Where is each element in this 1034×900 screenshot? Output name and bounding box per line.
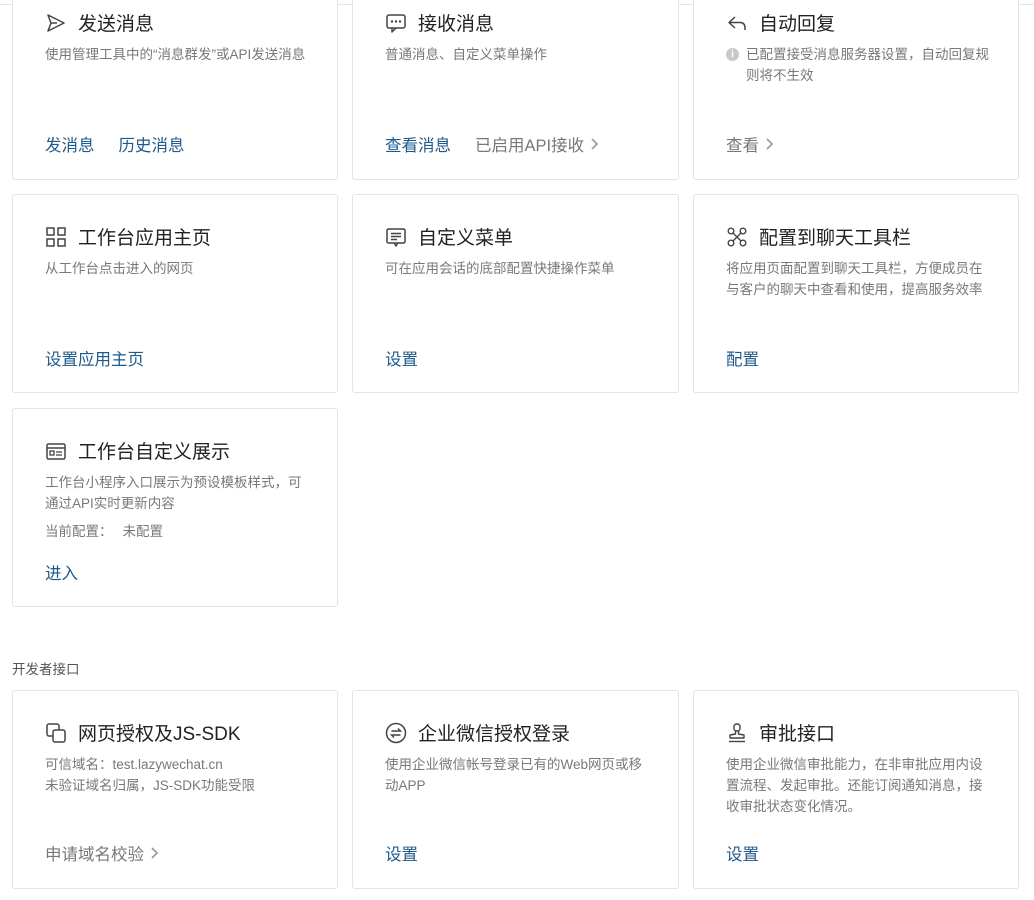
current-config: 当前配置： 未配置 (45, 524, 164, 539)
card-title: 企业微信授权登录 (385, 719, 570, 746)
login-icon (385, 722, 407, 744)
card-description: 将应用页面配置到聊天工具栏，方便成员在与客户的聊天中查看和使用，提高服务效率 (726, 261, 983, 297)
config-value: 未配置 (122, 524, 164, 539)
login-settings-link[interactable]: 设置 (385, 841, 418, 865)
card-actions: 配置 (726, 346, 783, 370)
card-title: 网页授权及JS-SDK (45, 719, 241, 746)
domain-warning: 未验证域名归属，JS-SDK功能受限 (45, 778, 256, 793)
card-description: 使用企业微信帐号登录已有的Web网页或移动APP (385, 757, 643, 793)
card-actions: 设置 (726, 841, 783, 865)
card-title: 配置到聊天工具栏 (726, 223, 911, 250)
card-description: 从工作台点击进入的网页 (45, 261, 194, 276)
send-message-link[interactable]: 发消息 (45, 132, 95, 156)
approval-api-card: 审批接口 使用企业微信审批能力，在非审批应用内设置流程、发起审批。还能订阅通知消… (693, 690, 1019, 889)
toolbar-icon (726, 226, 748, 248)
workbench-display-card: 工作台自定义展示 工作台小程序入口展示为预设模板样式，可通过API实时更新内容 … (12, 408, 338, 607)
card-description: 普通消息、自定义菜单操作 (385, 47, 547, 62)
send-message-card: 发送消息 使用管理工具中的“消息群发”或API发送消息 发消息 历史消息 (12, 0, 338, 180)
chevron-right-icon (591, 138, 599, 150)
card-actions: 发消息 历史消息 (45, 132, 209, 156)
card-title: 工作台自定义展示 (45, 437, 230, 464)
stamp-icon (726, 722, 748, 744)
apply-domain-verify-link[interactable]: 申请域名校验 (45, 841, 159, 865)
wecom-login-card: 企业微信授权登录 使用企业微信帐号登录已有的Web网页或移动APP 设置 (352, 690, 679, 889)
card-description: 可在应用会话的底部配置快捷操作菜单 (385, 261, 615, 276)
card-title: 接收消息 (385, 9, 494, 36)
card-description: 使用企业微信审批能力，在非审批应用内设置流程、发起审批。还能订阅通知消息，接收审… (726, 757, 983, 814)
chat-toolbar-card: 配置到聊天工具栏 将应用页面配置到聊天工具栏，方便成员在与客户的聊天中查看和使用… (693, 194, 1019, 393)
card-title: 发送消息 (45, 9, 154, 36)
trusted-domain: 可信域名：test.lazywechat.cn (45, 757, 223, 772)
card-title: 自动回复 (726, 9, 835, 36)
set-app-home-link[interactable]: 设置应用主页 (45, 346, 144, 370)
card-actions: 进入 (45, 560, 102, 584)
workbench-home-card: 工作台应用主页 从工作台点击进入的网页 设置应用主页 (12, 194, 338, 393)
card-title: 审批接口 (726, 719, 835, 746)
card-title: 自定义菜单 (385, 223, 513, 250)
chevron-right-icon (151, 847, 159, 859)
enter-link[interactable]: 进入 (45, 560, 78, 584)
view-messages-link[interactable]: 查看消息 (385, 132, 451, 156)
card-actions: 设置应用主页 (45, 346, 168, 370)
message-history-link[interactable]: 历史消息 (119, 132, 185, 156)
web-auth-icon (45, 722, 67, 744)
auto-reply-card: 自动回复 i 已配置接受消息服务器设置，自动回复规则将不生效 查看 (693, 0, 1019, 180)
card-actions: 申请域名校验 (45, 841, 159, 865)
info-icon: i (726, 48, 739, 61)
custom-menu-settings-link[interactable]: 设置 (385, 346, 418, 370)
card-title: 工作台应用主页 (45, 223, 211, 250)
card-actions: 查看 (726, 132, 774, 156)
chat-bubble-icon (385, 12, 407, 34)
card-actions: 设置 (385, 346, 442, 370)
reply-icon (726, 12, 748, 34)
receive-message-card: 接收消息 普通消息、自定义菜单操作 查看消息 已启用API接收 (352, 0, 679, 180)
card-description: 可信域名：test.lazywechat.cn 未验证域名归属，JS-SDK功能… (45, 754, 309, 796)
custom-menu-card: 自定义菜单 可在应用会话的底部配置快捷操作菜单 设置 (352, 194, 679, 393)
send-icon (45, 12, 67, 34)
developer-section-label: 开发者接口 (12, 662, 80, 677)
approval-settings-link[interactable]: 设置 (726, 841, 759, 865)
api-receive-status-link[interactable]: 已启用API接收 (475, 132, 599, 156)
chevron-right-icon (766, 138, 774, 150)
toolbar-config-link[interactable]: 配置 (726, 346, 759, 370)
card-description: 工作台小程序入口展示为预设模板样式，可通过API实时更新内容 (45, 475, 302, 511)
card-description: 使用管理工具中的“消息群发”或API发送消息 (45, 47, 306, 62)
card-actions: 设置 (385, 841, 442, 865)
card-actions: 查看消息 已启用API接收 (385, 132, 599, 156)
menu-icon (385, 226, 407, 248)
view-auto-reply-link[interactable]: 查看 (726, 132, 774, 156)
display-icon (45, 440, 67, 462)
card-description: i 已配置接受消息服务器设置，自动回复规则将不生效 (726, 44, 990, 86)
web-auth-card: 网页授权及JS-SDK 可信域名：test.lazywechat.cn 未验证域… (12, 690, 338, 889)
grid-icon (45, 226, 67, 248)
